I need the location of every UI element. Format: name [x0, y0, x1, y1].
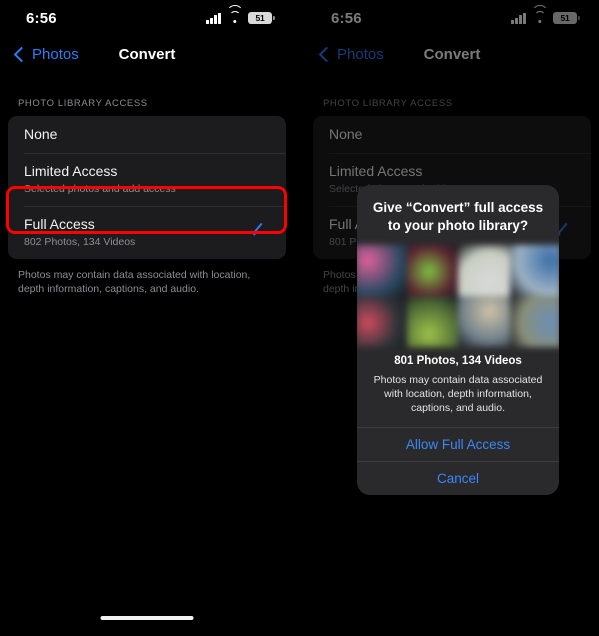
dialog-library-count: 801 Photos, 134 Videos — [394, 355, 522, 367]
status-clock: 6:56 — [26, 9, 57, 27]
option-title: Limited Access — [24, 163, 118, 179]
status-bar: 6:56 51 — [0, 0, 294, 36]
home-indicator — [100, 616, 194, 620]
dialog-description: Photos may contain data associated with … — [373, 374, 543, 414]
option-text-group: Full Access 802 Photos, 134 Videos — [24, 215, 248, 250]
photo-thumbnail — [357, 296, 407, 347]
cancel-button[interactable]: Cancel — [357, 461, 559, 495]
photo-thumbnail — [458, 296, 510, 347]
chevron-left-icon — [13, 46, 30, 62]
option-row-limited-access[interactable]: Limited Access Selected photos and add a… — [8, 153, 286, 206]
dialog-title: Give “Convert” full access to your photo… — [372, 200, 544, 233]
nav-bar: Photos Convert — [0, 36, 294, 72]
option-row-full-access[interactable]: Full Access 802 Photos, 134 Videos — [8, 206, 286, 259]
option-title: None — [24, 126, 58, 142]
photo-thumbnail — [509, 296, 559, 347]
full-access-permission-dialog: Give “Convert” full access to your photo… — [357, 185, 559, 495]
screen-dialog: 6:56 51 Photos Convert PHOTO LIBRARY ACC… — [305, 0, 599, 636]
back-button[interactable]: Photos — [13, 45, 79, 63]
option-subtitle: Selected photos and add access — [24, 183, 176, 195]
photo-grid-thumbnails — [357, 245, 559, 347]
battery-icon: 51 — [248, 12, 275, 24]
option-row-none[interactable]: None — [8, 116, 286, 153]
option-subtitle: 802 Photos, 134 Videos — [24, 236, 136, 248]
section-header: PHOTO LIBRARY ACCESS — [18, 98, 148, 109]
wifi-icon — [226, 4, 243, 24]
photo-thumbnail — [357, 245, 407, 296]
photo-thumbnail — [509, 245, 559, 296]
screen-list: 6:56 51 Photos Convert PHOTO LIBRARY ACC… — [0, 0, 294, 636]
checkmark-icon — [248, 223, 268, 243]
photo-thumbnail — [458, 245, 510, 296]
comparison-screenshot: 6:56 51 Photos Convert PHOTO LIBRARY ACC… — [0, 0, 599, 636]
photo-thumbnail — [406, 245, 458, 296]
status-indicators: 51 — [206, 4, 275, 24]
battery-level-label: 51 — [255, 12, 265, 23]
back-button-label: Photos — [32, 45, 79, 63]
access-options-list: None Limited Access Selected photos and … — [8, 116, 286, 259]
section-footnote: Photos may contain data associated with … — [18, 269, 251, 295]
signal-bars-icon — [206, 12, 221, 24]
allow-full-access-button[interactable]: Allow Full Access — [357, 427, 559, 461]
option-title: Full Access — [24, 216, 95, 232]
photo-thumbnail — [406, 296, 458, 347]
